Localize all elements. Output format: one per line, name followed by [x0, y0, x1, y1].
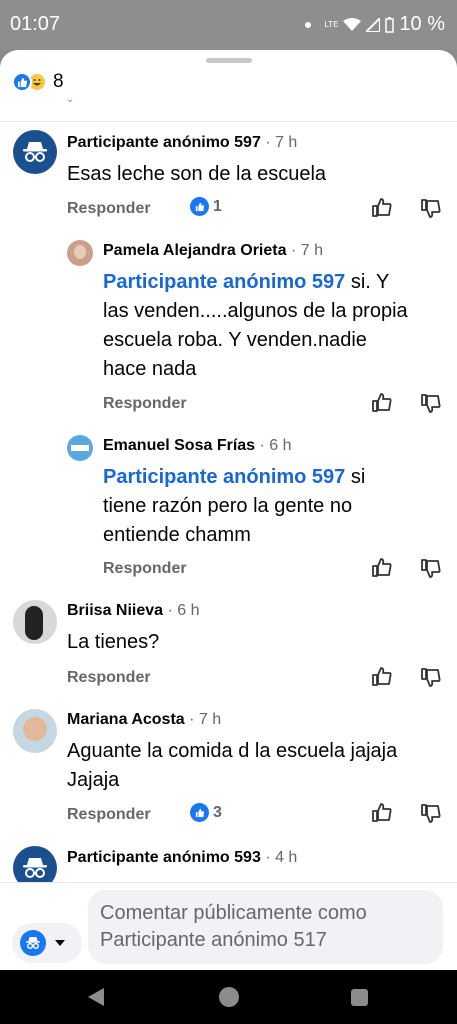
comment-author[interactable]: Briisa Niieva · 6 h — [67, 602, 200, 620]
user-avatar[interactable] — [13, 600, 57, 644]
like-reaction-icon — [190, 197, 209, 216]
anonymous-participant-icon — [23, 142, 47, 162]
comment-body: La tienes? — [67, 631, 160, 653]
home-icon[interactable] — [219, 987, 239, 1007]
comment-input[interactable]: Comentar públicamente como Participante … — [88, 890, 443, 964]
signal-icon — [366, 17, 381, 32]
comment-author[interactable]: Pamela Alejandra Orieta · 7 h — [103, 242, 323, 260]
thumbs-down-icon[interactable] — [420, 393, 442, 415]
like-reaction-icon — [12, 72, 32, 92]
identity-switcher-button[interactable] — [12, 923, 82, 963]
comment-time: · 7 h — [260, 134, 298, 151]
comment-text: Participante anónimo 597 si. Y las vende… — [103, 268, 413, 384]
status-time: 01:07 — [10, 13, 61, 35]
divider — [0, 121, 457, 122]
user-avatar[interactable] — [13, 709, 57, 753]
lte-icon: LTE — [324, 19, 339, 29]
user-avatar[interactable] — [67, 435, 93, 461]
caret-down-icon — [55, 940, 65, 946]
thumbs-down-icon[interactable] — [420, 667, 442, 689]
system-nav-bar — [0, 970, 457, 1024]
user-avatar[interactable] — [67, 240, 93, 266]
notification-dot-icon — [305, 21, 312, 28]
author-name: Briisa Niieva — [67, 602, 164, 619]
thumbs-up-icon[interactable] — [371, 556, 393, 578]
sheet-drag-handle[interactable] — [206, 58, 252, 63]
battery-icon — [385, 16, 395, 33]
comments-sheet: 8 ⌄ Participante anónimo 597 · 7 h Esas … — [0, 50, 457, 970]
comment-time: · 7 h — [184, 711, 222, 728]
author-name: Mariana Acosta — [67, 711, 185, 728]
comment-text: Aguante la comida d la escuela jajaja Ja… — [67, 737, 407, 795]
reaction-count: 3 — [213, 803, 222, 821]
reply-button[interactable]: Responder — [67, 806, 151, 824]
comment-reactions[interactable]: 3 — [190, 803, 222, 822]
thumbs-down-icon[interactable] — [420, 198, 442, 220]
comment-body: Aguante la comida d la escuela jajaja Ja… — [67, 740, 398, 791]
status-bar: 01:07 LTE 10 % — [0, 0, 457, 50]
thumbs-up-icon[interactable] — [371, 391, 393, 413]
reply-button[interactable]: Responder — [67, 200, 151, 218]
comment-time: · 6 h — [163, 602, 200, 619]
author-name: Pamela Alejandra Orieta — [103, 242, 287, 259]
author-name: Participante anónimo 593 — [67, 849, 261, 866]
comment-reactions[interactable]: 1 — [190, 197, 222, 216]
comment-body: Esas leche son de la escuela — [67, 163, 327, 185]
anonymous-participant-icon — [20, 930, 46, 956]
mention-link[interactable]: Participante anónimo 597 — [103, 466, 345, 488]
comment-author[interactable]: Emanuel Sosa Frías · 6 h — [103, 437, 292, 455]
author-name: Participante anónimo 597 — [67, 134, 261, 151]
like-reaction-icon — [190, 803, 209, 822]
comment-text: La tienes? — [67, 628, 437, 657]
thumbs-up-icon[interactable] — [371, 801, 393, 823]
battery-level: 10 % — [399, 13, 445, 35]
comment-author[interactable]: Mariana Acosta · 7 h — [67, 711, 221, 729]
reply-button[interactable]: Responder — [103, 395, 187, 413]
author-name: Emanuel Sosa Frías — [103, 437, 256, 454]
reactions-summary[interactable]: 8 — [12, 71, 64, 93]
comment-text: Esas leche son de la escuela — [67, 160, 437, 189]
comment-time: · 4 h — [260, 849, 298, 866]
comment-time: · 7 h — [286, 242, 323, 259]
reply-button[interactable]: Responder — [103, 560, 187, 578]
reply-button[interactable]: Responder — [67, 669, 151, 687]
back-icon[interactable] — [88, 988, 104, 1006]
comment-text: Participante anónimo 597 si tiene razón … — [103, 463, 413, 550]
reactions-count: 8 — [53, 71, 64, 92]
thumbs-up-icon[interactable] — [371, 196, 393, 218]
anonymous-participant-icon — [23, 858, 47, 878]
comment-author[interactable]: Participante anónimo 593 · 4 h — [67, 849, 297, 867]
thumbs-down-icon[interactable] — [420, 558, 442, 580]
anonymous-avatar[interactable] — [13, 130, 57, 174]
comment-time: · 6 h — [255, 437, 292, 454]
recent-apps-icon[interactable] — [351, 989, 368, 1006]
chevron-down-icon[interactable]: ⌄ — [66, 94, 74, 105]
status-icons: LTE 10 % — [305, 13, 445, 36]
thumbs-up-icon[interactable] — [371, 665, 393, 687]
reaction-count: 1 — [213, 197, 222, 215]
mention-link[interactable]: Participante anónimo 597 — [103, 271, 345, 293]
wifi-icon — [343, 17, 362, 31]
thumbs-down-icon[interactable] — [420, 803, 442, 825]
comment-author[interactable]: Participante anónimo 597 · 7 h — [67, 134, 297, 152]
